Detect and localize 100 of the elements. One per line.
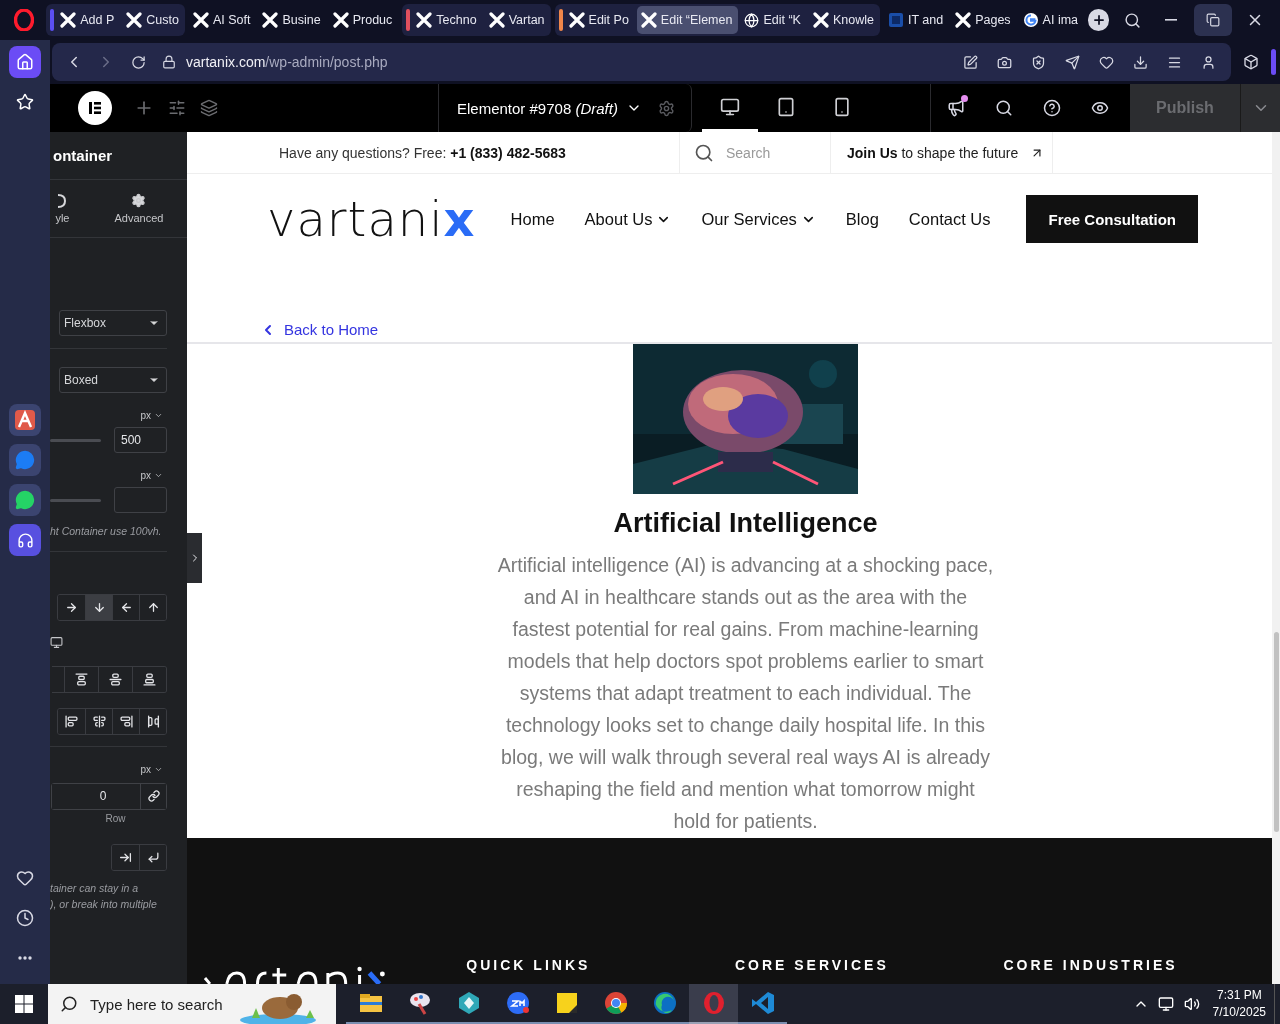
browser-tab[interactable]: Techno	[412, 6, 483, 34]
contact-text: Have any questions? Free: +1 (833) 482-5683	[279, 143, 567, 163]
browser-tab[interactable]: AI ima	[1018, 6, 1085, 34]
link-button[interactable]	[140, 783, 166, 809]
heart-icon	[16, 869, 34, 887]
browser-tab[interactable]: Vartan	[484, 6, 551, 34]
style-icon	[58, 193, 67, 208]
site-logo[interactable]: vartanix	[267, 191, 507, 247]
unit-dropdown[interactable]: px	[140, 469, 167, 481]
gap-field[interactable]: 0	[51, 782, 167, 810]
nav-link[interactable]: About Us	[584, 209, 672, 229]
scrollbar-thumb[interactable]	[1273, 632, 1279, 832]
browser-tab[interactable]: Add P	[56, 6, 121, 34]
sliders-icon[interactable]	[168, 99, 186, 117]
layout-select[interactable]: Boxed	[59, 367, 167, 393]
slider-track[interactable]	[50, 438, 101, 442]
search-icon	[995, 99, 1013, 117]
nav-link[interactable]: Blog	[845, 209, 879, 229]
post-paragraph: Artificial intelligence (AI) is advancing at a shocking pace, and AI in healthcare stands out as the area with the fastest potential for real gains. From machine-learning models that help doctors spot problems earlier to smart systems that adapt treatment to each individual. The technology looks set to change daily hospital life. In this blog, we will walk through several real ways AI is already reshaping the field and mention what tomorrow might hold for patients.	[496, 553, 995, 834]
browser-tab[interactable]: AI Soft	[188, 6, 257, 34]
footer-logo-drawing[interactable]	[203, 964, 387, 984]
elementor-logo[interactable]	[78, 91, 112, 125]
footer-heading: QUICK LINKS	[466, 957, 592, 973]
layout-select[interactable]: Flexbox	[59, 310, 167, 336]
post-title: Artificial Intelligence	[613, 508, 878, 539]
tab-group-marker[interactable]	[406, 9, 411, 31]
arrow-left-icon	[119, 600, 133, 614]
code-editor-icon	[749, 990, 776, 1016]
option-button[interactable]	[139, 594, 166, 620]
browser-tab[interactable]: Produc	[328, 6, 399, 34]
volume-icon	[1183, 996, 1200, 1012]
reload-icon	[130, 54, 146, 70]
browser-tab[interactable]: IT and	[883, 6, 950, 34]
app-button[interactable]	[9, 404, 41, 436]
tab-group-marker[interactable]	[558, 9, 563, 31]
x-mark-icon	[192, 12, 209, 28]
option-button[interactable]	[139, 844, 166, 870]
advanced-tab[interactable]: Advanced	[90, 180, 187, 237]
slider-track[interactable]	[50, 498, 101, 502]
messenger-button[interactable]	[9, 444, 41, 476]
new-tab-button[interactable]	[1088, 9, 1110, 31]
browser-tab[interactable]: Pages	[951, 6, 1017, 34]
taskbar-search-field[interactable]: Type here to search	[48, 984, 336, 1024]
restore-icon	[1205, 13, 1220, 27]
address-bar[interactable]: vartanix.com/wp-admin/post.php	[52, 43, 1231, 81]
back-link[interactable]: Back to Home	[260, 321, 379, 338]
globe-icon	[744, 12, 760, 28]
search-input[interactable]: Type here to search	[88, 994, 228, 1014]
search-icon	[1123, 11, 1141, 29]
panel-toggle-button[interactable]	[187, 533, 202, 583]
send-icon	[1064, 54, 1080, 70]
unit-dropdown[interactable]: px	[140, 409, 167, 421]
x-mark-icon	[812, 12, 829, 28]
layers-icon[interactable]	[200, 99, 218, 117]
option-button[interactable]	[85, 594, 112, 620]
x-mark-icon	[640, 12, 657, 28]
nav-link[interactable]: Our Services	[701, 209, 816, 229]
style-tab[interactable]: yle	[50, 180, 75, 237]
video-call-icon	[504, 990, 531, 1016]
align-center-icon	[92, 714, 106, 728]
number-field[interactable]: 500	[114, 427, 167, 453]
restore-button[interactable]	[1193, 4, 1232, 36]
help-icon	[1043, 99, 1061, 117]
arrow-down-icon	[92, 600, 106, 614]
browser-tab[interactable]: Edit “Elemen	[636, 6, 739, 34]
star-icon	[16, 93, 34, 111]
unit-dropdown[interactable]: px	[140, 763, 167, 775]
clock-time[interactable]: 7:31 PM	[1216, 987, 1262, 1004]
browser-tab[interactable]: Busine	[258, 6, 327, 34]
option-button[interactable]	[139, 708, 166, 734]
browser-icon	[651, 990, 678, 1016]
clock-icon	[16, 909, 34, 927]
number-field[interactable]	[114, 487, 167, 513]
heart-icon	[1098, 54, 1114, 70]
windows-icon	[15, 995, 33, 1013]
browser-tab[interactable]: Knowle	[808, 6, 880, 34]
nav-link[interactable]: Home	[510, 209, 555, 229]
nav-link[interactable]: Contact Us	[908, 209, 991, 229]
no-wrap-icon	[119, 850, 132, 864]
more-icon	[18, 956, 32, 960]
whatsapp-button[interactable]	[9, 484, 41, 516]
option-button[interactable]	[132, 666, 166, 692]
site-search-field[interactable]: Search	[679, 132, 831, 173]
opera-icon[interactable]	[14, 9, 35, 31]
browser-tab[interactable]: Custo	[122, 6, 185, 34]
chat-bubble-icon	[15, 490, 35, 510]
sidebar-handle[interactable]	[1271, 49, 1276, 75]
consultation-button[interactable]: Free Consultation	[1026, 195, 1198, 243]
browser-tab[interactable]: Edit “K	[740, 6, 807, 34]
url-text[interactable]: vartanix.com/wp-admin/post.php	[186, 54, 388, 70]
download-icon	[1132, 54, 1148, 70]
music-button[interactable]	[9, 524, 41, 556]
monitor-icon	[50, 635, 63, 649]
home-button[interactable]	[9, 46, 41, 78]
clock-date[interactable]: 7/10/2025	[1212, 1004, 1266, 1021]
align-start-icon	[65, 714, 78, 728]
document-title[interactable]: Elementor #9708 (Draft)	[439, 84, 642, 132]
join-link[interactable]: Join Us to shape the future	[831, 132, 1053, 173]
tab-group-marker[interactable]	[50, 9, 55, 31]
browser-tab[interactable]: Edit Po	[564, 6, 635, 34]
